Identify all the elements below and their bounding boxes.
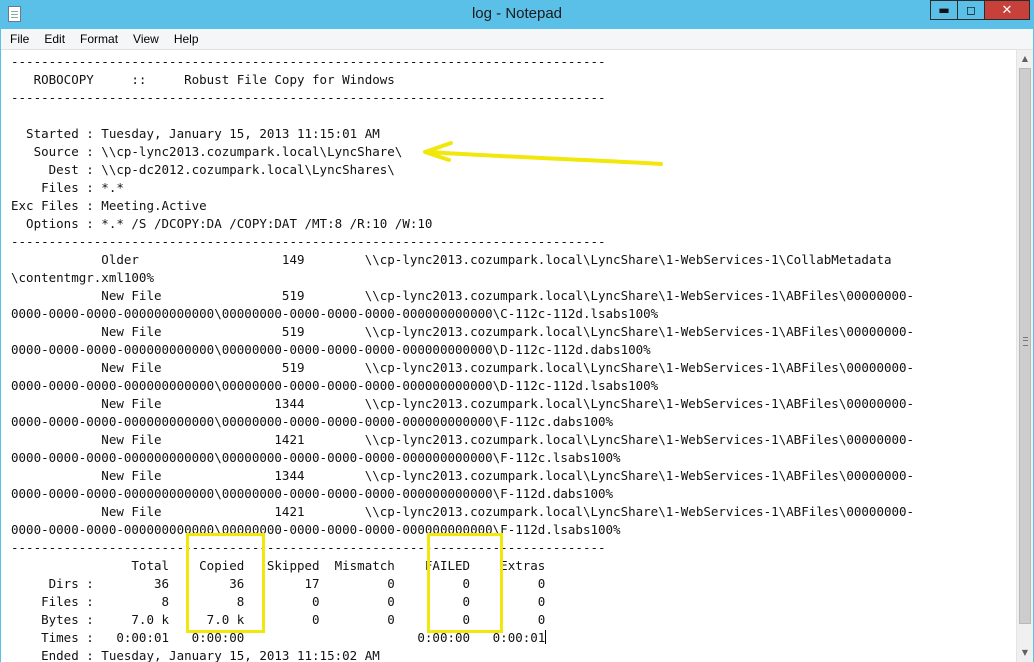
scroll-down-icon[interactable]: ▼ <box>1017 644 1033 661</box>
notepad-window: log - Notepad ▬ ◻ ✕ File Edit Format Vie… <box>0 0 1034 662</box>
close-button[interactable]: ✕ <box>984 0 1030 20</box>
text-editor[interactable]: ----------------------------------------… <box>1 50 1016 662</box>
scroll-up-icon[interactable]: ▲ <box>1017 50 1033 67</box>
menu-view[interactable]: View <box>127 32 165 46</box>
menu-file[interactable]: File <box>4 32 35 46</box>
menu-edit[interactable]: Edit <box>38 32 71 46</box>
title-bar[interactable]: log - Notepad ▬ ◻ ✕ <box>0 0 1034 29</box>
maximize-button[interactable]: ◻ <box>957 0 985 20</box>
window-controls: ▬ ◻ ✕ <box>930 0 1030 20</box>
window-title: log - Notepad <box>471 5 563 22</box>
menu-format[interactable]: Format <box>74 32 124 46</box>
menu-help[interactable]: Help <box>168 32 205 46</box>
annotation-arrow <box>423 141 663 166</box>
scroll-thumb[interactable] <box>1019 68 1031 624</box>
vertical-scrollbar[interactable]: ▲ ▼ <box>1016 50 1033 662</box>
minimize-button[interactable]: ▬ <box>930 0 958 20</box>
menu-bar: File Edit Format View Help <box>1 29 1033 50</box>
grip-icon <box>1023 337 1028 346</box>
